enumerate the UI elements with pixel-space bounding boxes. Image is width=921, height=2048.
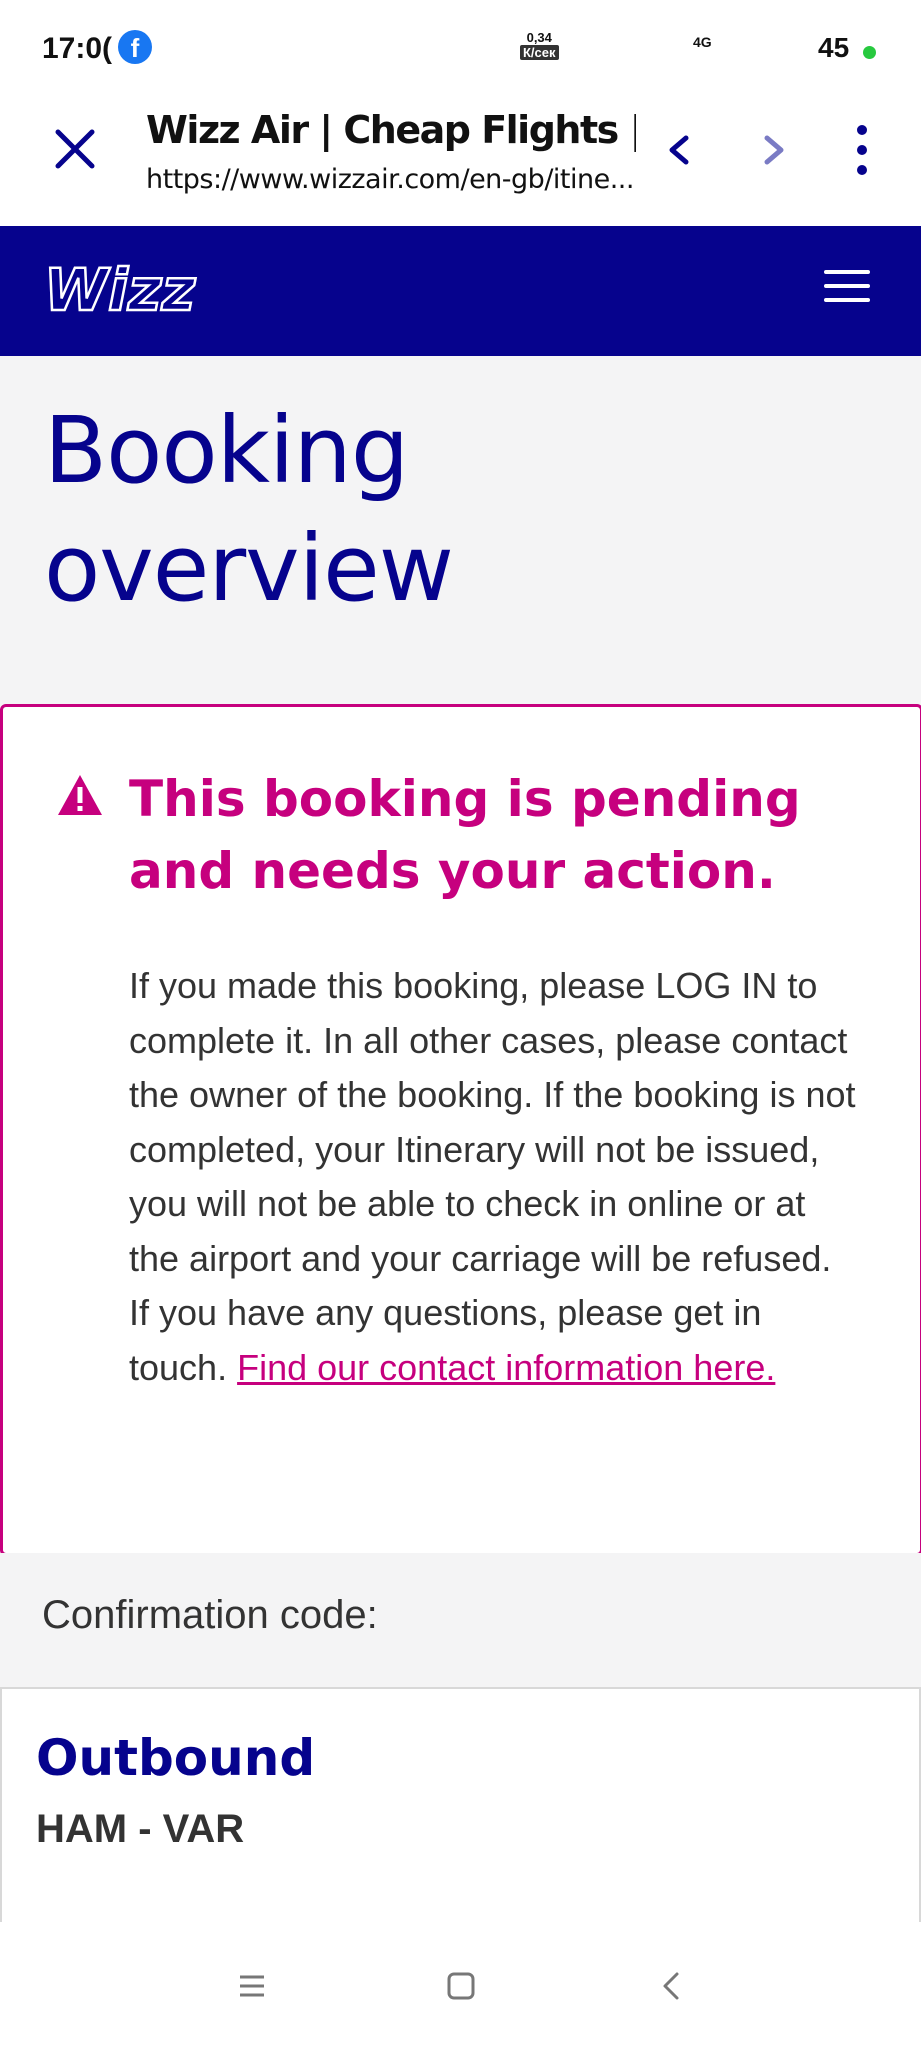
recent-apps-icon[interactable] — [232, 1966, 272, 2006]
battery-level: 45 — [818, 32, 850, 63]
hamburger-menu-icon[interactable] — [822, 268, 872, 304]
confirmation-code-row: Confirmation code: — [0, 1553, 921, 1683]
browser-toolbar: Wizz Air | Cheap Flights | Find... https… — [0, 78, 921, 227]
svg-text:Wizz: Wizz — [44, 256, 196, 324]
system-navigation-bar — [0, 1922, 921, 2048]
browser-url: https://www.wizzair.com/en-gb/itine... — [146, 164, 634, 195]
flight-direction: Outbound — [36, 1729, 316, 1787]
confirmation-code-label: Confirmation code: — [42, 1593, 378, 1637]
flight-route: HAM - VAR — [36, 1807, 245, 1851]
privacy-indicator-icon — [863, 46, 876, 59]
page-title-line1: Booking — [44, 397, 409, 504]
network-speed-value: 0,34 — [526, 30, 552, 45]
pending-booking-alert: This booking is pending and needs your a… — [0, 704, 921, 1556]
alert-heading: This booking is pending and needs your a… — [129, 770, 801, 900]
page-title: Booking overview — [44, 392, 804, 628]
status-bar: 17:0( f 0,34 К/сек 4G 45 — [0, 0, 921, 78]
alert-body-text: If you made this booking, please LOG IN … — [129, 965, 856, 1388]
wizz-logo[interactable]: Wizz — [40, 254, 200, 324]
home-icon[interactable] — [441, 1966, 481, 2006]
more-options-icon[interactable] — [846, 122, 878, 178]
network-type: 4G — [693, 34, 712, 50]
forward-arrow-icon[interactable] — [753, 130, 793, 170]
status-time: 17:0( — [42, 32, 113, 65]
network-speed-unit: К/сек — [520, 45, 559, 60]
browser-page-title: Wizz Air | Cheap Flights | Find... — [146, 108, 636, 152]
page-title-line2: overview — [44, 515, 454, 622]
site-header: Wizz — [0, 226, 921, 356]
back-arrow-icon[interactable] — [660, 130, 700, 170]
contact-info-link[interactable]: Find our contact information here. — [237, 1347, 775, 1388]
facebook-notification-icon: f — [118, 30, 152, 64]
alert-body: If you made this booking, please LOG IN … — [129, 959, 859, 1395]
close-icon[interactable] — [48, 122, 102, 176]
system-back-icon[interactable] — [652, 1966, 692, 2006]
warning-icon — [58, 775, 102, 815]
network-speed: 0,34 К/сек — [520, 30, 559, 60]
